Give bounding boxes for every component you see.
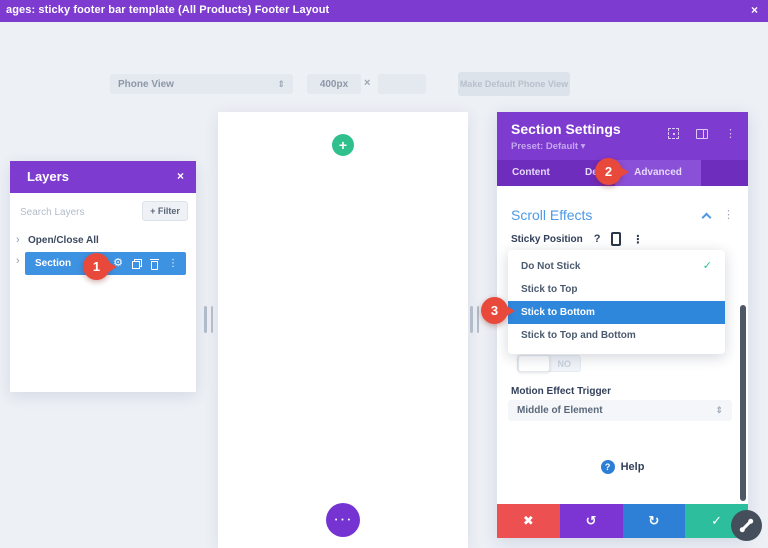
top-bar: ages: sticky footer bar template (All Pr… (0, 0, 768, 22)
search-input[interactable] (20, 202, 132, 222)
scrollbar-thumb[interactable] (740, 305, 746, 501)
settings-footer: ✖ ↺ ↻ ✓ (497, 504, 748, 538)
resize-handle-left[interactable] (204, 306, 213, 333)
trash-icon[interactable] (150, 259, 159, 269)
layers-title: Layers (27, 169, 69, 184)
dropdown-item-stick-to-top-and-bottom[interactable]: Stick to Top and Bottom (508, 324, 725, 347)
kebab-menu-icon[interactable]: ⋮ (725, 127, 736, 140)
chevron-right-icon[interactable]: › (16, 234, 20, 246)
step-badge-1: 1 (83, 253, 110, 280)
split-view-icon[interactable] (696, 129, 708, 139)
ellipsis-icon: • • • (335, 517, 351, 524)
resize-handle-right[interactable] (470, 306, 479, 333)
toggle-knob[interactable] (518, 355, 550, 372)
preset-selector[interactable]: Preset: Default ▾ (511, 141, 585, 152)
undo-button[interactable]: ↺ (560, 504, 623, 538)
layer-row-actions: ⚙ ⋮ (113, 258, 178, 269)
select-arrows-icon: ⇕ (715, 405, 723, 416)
close-icon[interactable]: × (177, 169, 184, 183)
kebab-menu-icon[interactable]: ⋮ (632, 233, 643, 246)
sticky-position-dropdown: Do Not Stick ✓ Stick to Top Stick to Bot… (508, 250, 725, 354)
scroll-effects-heading[interactable]: Scroll Effects (511, 207, 592, 223)
multiply-icon: × (364, 77, 370, 89)
header-actions: ⋮ (668, 127, 736, 140)
undo-icon: ↺ (586, 513, 597, 529)
discard-button[interactable]: ✖ (497, 504, 560, 538)
viewport-height-input[interactable] (378, 79, 426, 90)
help-link[interactable]: ? Help (497, 460, 748, 474)
dropdown-item-stick-to-top[interactable]: Stick to Top (508, 278, 725, 301)
select-arrows-icon: ⇕ (277, 79, 285, 90)
layers-header[interactable]: Layers × (10, 161, 196, 193)
chevron-right-icon[interactable]: › (16, 255, 20, 267)
tab-content[interactable]: Content (512, 160, 550, 186)
step-badge-2: 2 (595, 158, 622, 185)
builder-window: ages: sticky footer bar template (All Pr… (0, 0, 768, 548)
page-settings-button[interactable]: • • • (326, 503, 360, 537)
dropdown-item-do-not-stick[interactable]: Do Not Stick ✓ (508, 255, 725, 278)
redo-icon: ↻ (648, 513, 659, 529)
expand-icon[interactable] (668, 128, 679, 139)
plus-icon: + (339, 137, 347, 153)
filter-button[interactable]: + Filter (142, 201, 188, 221)
step-badge-3: 3 (481, 297, 508, 324)
check-icon: ✓ (703, 255, 712, 278)
help-question-icon[interactable]: ? (594, 233, 601, 245)
dropdown-item-stick-to-bottom[interactable]: Stick to Bottom (508, 301, 725, 324)
settings-title: Section Settings (511, 121, 621, 137)
motion-effect-trigger-select[interactable]: Middle of Element ⇕ (508, 400, 732, 421)
add-section-button[interactable]: + (332, 134, 354, 156)
toggle-state-label: NO (558, 359, 572, 369)
viewport-height-field (378, 74, 426, 94)
sticky-position-label: Sticky Position (511, 234, 583, 245)
option-toggle[interactable]: NO (517, 355, 581, 372)
view-mode-select[interactable]: Phone View ⇕ (110, 74, 293, 94)
view-mode-value: Phone View (118, 79, 174, 90)
help-icon: ? (601, 460, 615, 474)
scroll-effects-actions: ⋮ (703, 210, 734, 221)
duplicate-icon[interactable] (132, 259, 141, 268)
page-title: ages: sticky footer bar template (All Pr… (6, 4, 329, 16)
open-close-all[interactable]: Open/Close All (28, 235, 99, 246)
sticky-position-row: Sticky Position ? ⋮ (511, 232, 643, 246)
motion-effect-trigger-label: Motion Effect Trigger (511, 386, 611, 397)
check-icon: ✓ (711, 513, 722, 529)
panel-drag-handle[interactable] (731, 510, 762, 541)
make-default-button[interactable]: Make Default Phone View (458, 72, 570, 96)
motion-trigger-value: Middle of Element (517, 405, 603, 416)
redo-button[interactable]: ↻ (623, 504, 686, 538)
diagonal-resize-icon (741, 520, 752, 531)
viewport-width-field (307, 74, 361, 94)
chevron-up-icon[interactable] (702, 212, 712, 222)
phone-responsive-icon[interactable] (611, 232, 621, 246)
cross-icon: ✖ (523, 513, 534, 529)
help-label: Help (621, 461, 645, 473)
settings-header: Section Settings Preset: Default ▾ ⋮ (497, 112, 748, 160)
close-icon[interactable]: × (751, 3, 758, 17)
viewport-width-input[interactable] (307, 79, 361, 90)
phone-preview-canvas (218, 112, 468, 548)
kebab-menu-icon[interactable]: ⋮ (723, 210, 734, 221)
kebab-menu-icon[interactable]: ⋮ (168, 259, 178, 269)
